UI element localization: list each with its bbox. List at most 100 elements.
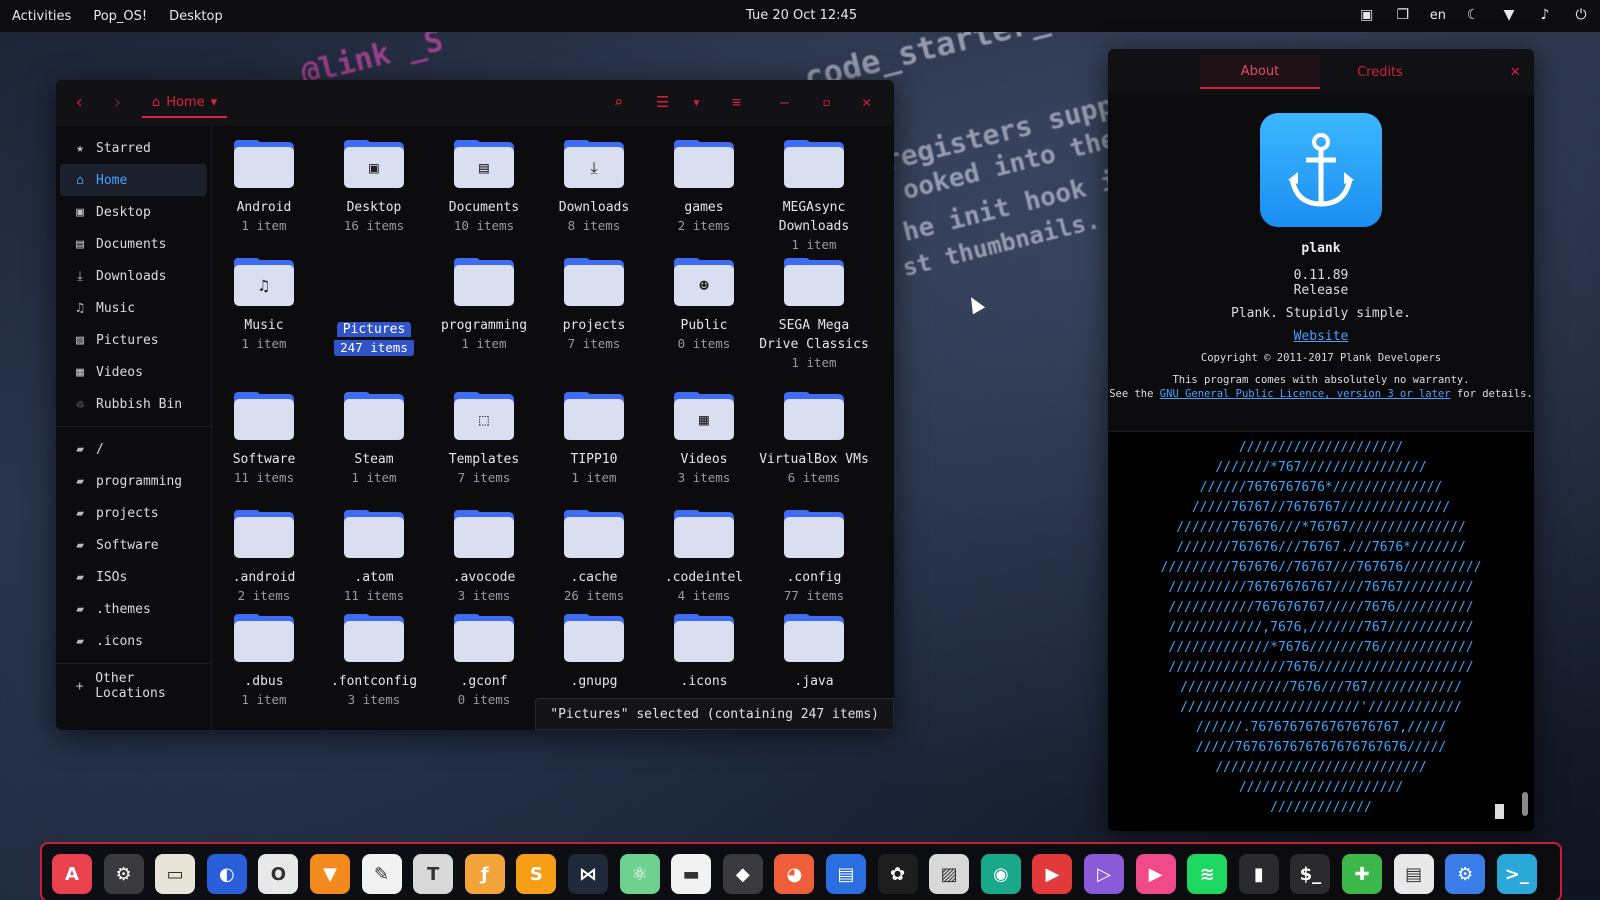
website-link[interactable]: Website bbox=[1294, 329, 1349, 344]
opera-icon[interactable]: O bbox=[258, 854, 299, 894]
sidebar-item-videos[interactable]: ▦ Videos bbox=[60, 356, 207, 388]
activities-button[interactable]: Activities bbox=[12, 9, 71, 24]
windows-icon[interactable]: ❐ bbox=[1394, 6, 1412, 24]
folder-item[interactable]: .gnupg bbox=[538, 614, 650, 689]
folder-item[interactable]: .icons bbox=[648, 614, 760, 689]
screen-icon[interactable]: ▣ bbox=[1358, 6, 1376, 24]
maximize-icon[interactable]: ▫ bbox=[822, 93, 831, 111]
sidebar-item-rubbish-bin[interactable]: ♲ Rubbish Bin bbox=[60, 388, 207, 420]
folder-item[interactable]: ☻ Public 0 items bbox=[648, 258, 760, 352]
screenshot-icon[interactable]: ◉ bbox=[980, 854, 1021, 894]
sidebar-bookmark[interactable]: ▰ projects bbox=[60, 497, 207, 529]
sidebar-item-other-locations[interactable]: + Other Locations bbox=[60, 670, 207, 702]
location-breadcrumb[interactable]: ⌂ Home ▾ bbox=[142, 88, 228, 118]
folder-item[interactable]: .java bbox=[758, 614, 870, 689]
folder-item[interactable]: ▤ Documents 10 items bbox=[428, 140, 540, 234]
folder-item[interactable]: ⤓ Downloads 8 items bbox=[538, 140, 650, 234]
power-icon[interactable]: ⏻ bbox=[1572, 6, 1590, 24]
writer-icon[interactable]: ▤ bbox=[826, 854, 866, 894]
sidebar-item-music[interactable]: ♫ Music bbox=[60, 292, 207, 324]
typora-icon[interactable]: T bbox=[413, 854, 454, 894]
sidebar-item-starred[interactable]: ★ Starred bbox=[60, 132, 207, 164]
folder-item[interactable]: .gconf 0 items bbox=[428, 614, 540, 708]
sidebar-bookmark[interactable]: ▰ .icons bbox=[60, 625, 207, 657]
video-camera-icon[interactable]: ▶ bbox=[1032, 854, 1073, 894]
figma-icon[interactable]: ✿ bbox=[877, 854, 918, 894]
app-menu-button[interactable]: Pop_OS! bbox=[93, 9, 147, 24]
back-button[interactable]: ‹ bbox=[74, 92, 85, 113]
folder-item[interactable]: .fontconfig 3 items bbox=[318, 614, 430, 708]
extensions-icon[interactable]: ✚ bbox=[1342, 854, 1382, 894]
search-icon[interactable]: ⌕ bbox=[614, 93, 623, 111]
folder-item[interactable]: .atom 11 items bbox=[318, 510, 430, 604]
terminal-scrollbar[interactable] bbox=[1522, 792, 1528, 816]
close-icon[interactable]: ✕ bbox=[862, 93, 871, 111]
folder-item[interactable]: .avocode 3 items bbox=[428, 510, 540, 604]
folder-item[interactable]: ▦ Videos 3 items bbox=[648, 392, 760, 486]
terminal-icon[interactable]: $_ bbox=[1290, 854, 1331, 894]
text-editor-icon[interactable]: ✎ bbox=[361, 854, 402, 894]
folder-item[interactable]: Steam 1 item bbox=[318, 392, 430, 486]
folder-item[interactable]: games 2 items bbox=[648, 140, 760, 234]
atom-icon[interactable]: ⚛ bbox=[619, 854, 660, 894]
folder-item[interactable]: VirtualBox VMs 6 items bbox=[758, 392, 870, 486]
folder-item[interactable]: ♫ Music 1 item bbox=[208, 258, 320, 352]
sidebar-item-desktop[interactable]: ▣ Desktop bbox=[60, 196, 207, 228]
folder-item[interactable]: Pictures 247 items bbox=[318, 258, 430, 356]
layout-icon[interactable]: ▤ bbox=[1393, 854, 1434, 894]
folder-item[interactable]: SEGA Mega Drive Classics 1 item bbox=[758, 258, 870, 371]
folder-item[interactable]: TIPP10 1 item bbox=[538, 392, 650, 486]
folder-item[interactable]: .android 2 items bbox=[208, 510, 320, 604]
console-icon[interactable]: >_ bbox=[1496, 854, 1537, 894]
folder-item[interactable]: programming 1 item bbox=[428, 258, 540, 352]
app-store-icon[interactable]: A bbox=[52, 854, 92, 894]
sidebar-item-documents[interactable]: ▤ Documents bbox=[60, 228, 207, 260]
clock[interactable]: Tue 20 Oct 12:45 bbox=[746, 8, 857, 23]
messages-icon[interactable]: ▬ bbox=[671, 854, 712, 894]
language-indicator[interactable]: en bbox=[1430, 8, 1446, 23]
audio-icon[interactable]: ▮ bbox=[1238, 854, 1279, 894]
image-viewer-icon[interactable]: ▨ bbox=[929, 854, 970, 894]
sidebar-item-downloads[interactable]: ⤓ Downloads bbox=[60, 260, 207, 292]
system-settings-icon[interactable]: ⚙ bbox=[1445, 854, 1486, 894]
folder-item[interactable]: .cache 26 items bbox=[538, 510, 650, 604]
media-player-icon[interactable]: ▷ bbox=[1084, 854, 1124, 894]
folder-item[interactable]: ▣ Desktop 16 items bbox=[318, 140, 430, 234]
forward-button[interactable]: › bbox=[112, 92, 123, 113]
gimp-icon[interactable]: ◕ bbox=[774, 854, 815, 894]
spotify-icon[interactable]: ≋ bbox=[1187, 854, 1228, 894]
firefox-icon[interactable]: ◐ bbox=[206, 854, 247, 894]
inkscape-icon[interactable]: ◆ bbox=[722, 854, 763, 894]
kdenlive-icon[interactable]: ▶ bbox=[1135, 854, 1176, 894]
close-icon[interactable]: ✕ bbox=[1510, 61, 1520, 80]
folder-item[interactable]: Software 11 items bbox=[208, 392, 320, 486]
tab-about[interactable]: About bbox=[1200, 55, 1320, 89]
folder-item[interactable]: Android 1 item bbox=[208, 140, 320, 234]
folder-item[interactable]: ⬚ Templates 7 items bbox=[428, 392, 540, 486]
settings-icon[interactable]: ⚙ bbox=[103, 854, 144, 894]
sidebar-bookmark[interactable]: ▰ / bbox=[60, 433, 207, 465]
sublime-icon[interactable]: S bbox=[516, 854, 557, 894]
files-icon[interactable]: ▭ bbox=[155, 854, 196, 894]
view-options-icon[interactable]: ▾ bbox=[692, 93, 701, 111]
sidebar-bookmark[interactable]: ▰ Software bbox=[60, 529, 207, 561]
licence-link[interactable]: GNU General Public Licence, version 3 or… bbox=[1160, 388, 1451, 400]
sidebar-bookmark[interactable]: ▰ ISOs bbox=[60, 561, 207, 593]
brave-icon[interactable]: ▼ bbox=[310, 854, 350, 894]
volume-icon[interactable]: ♪ bbox=[1536, 6, 1554, 24]
folder-item[interactable]: projects 7 items bbox=[538, 258, 650, 352]
sidebar-item-home[interactable]: ⌂ Home bbox=[60, 164, 207, 196]
font-manager-icon[interactable]: ƒ bbox=[464, 854, 505, 894]
folder-item[interactable]: MEGAsync Downloads 1 item bbox=[758, 140, 870, 253]
vscode-icon[interactable]: ⋈ bbox=[568, 854, 608, 894]
workspace-label[interactable]: Desktop bbox=[169, 9, 223, 24]
folder-item[interactable]: .codeintel 4 items bbox=[648, 510, 760, 604]
sidebar-bookmark[interactable]: ▰ .themes bbox=[60, 593, 207, 625]
folder-item[interactable]: .dbus 1 item bbox=[208, 614, 320, 708]
folder-item[interactable]: .config 77 items bbox=[758, 510, 870, 604]
minimize-icon[interactable]: – bbox=[780, 93, 789, 111]
night-light-icon[interactable]: ☾ bbox=[1464, 6, 1482, 24]
terminal-panel[interactable]: ///////////////////// ///////*767////////… bbox=[1108, 431, 1534, 831]
menu-icon[interactable]: ≡ bbox=[732, 93, 741, 111]
sidebar-item-pictures[interactable]: ▨ Pictures bbox=[60, 324, 207, 356]
